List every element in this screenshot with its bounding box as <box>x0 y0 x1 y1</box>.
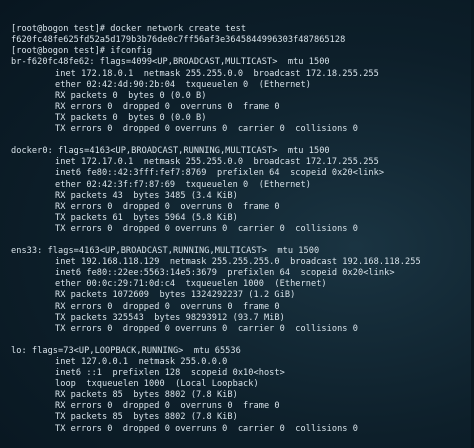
terminal-line: RX packets 1072609 bytes 1324292237 (1.2… <box>55 290 296 301</box>
terminal-line: inet 192.168.118.129 netmask 255.255.255… <box>55 257 421 268</box>
terminal-line: TX packets 85 bytes 8802 (7.8 KiB) <box>55 412 238 423</box>
terminal-line: ether 02:42:3f:f7:87:69 txqueuelen 0 (Et… <box>55 179 311 190</box>
terminal-window[interactable]: [root@bogon test]# docker network create… <box>0 0 474 448</box>
terminal-line: [root@bogon test]# docker network create… <box>11 24 247 35</box>
terminal-line: inet6 ::1 prefixlen 128 scopeid 0x10<hos… <box>55 368 285 379</box>
terminal-line: br-f620fc48fe62: flags=4099<UP,BROADCAST… <box>11 57 330 68</box>
terminal-line: ens33: flags=4163<UP,BROADCAST,RUNNING,M… <box>11 246 320 257</box>
terminal-line: RX errors 0 dropped 0 overruns 0 frame 0 <box>55 401 280 412</box>
terminal-line: lo: flags=73<UP,LOOPBACK,RUNNING> mtu 65… <box>11 345 241 356</box>
terminal-line: docker0: flags=4163<UP,BROADCAST,RUNNING… <box>11 146 330 157</box>
terminal-line: ether 02:42:4d:90:2b:04 txqueuelen 0 (Et… <box>55 79 311 90</box>
terminal-line: RX errors 0 dropped 0 overruns 0 frame 0 <box>55 101 280 112</box>
terminal-line: TX packets 0 bytes 0 (0.0 B) <box>55 112 207 123</box>
terminal-line: inet 127.0.0.1 netmask 255.0.0.0 <box>55 357 228 367</box>
terminal-line: TX packets 61 bytes 5964 (5.8 KiB) <box>55 212 238 223</box>
terminal-line: RX packets 43 bytes 3485 (3.4 KiB) <box>55 190 238 201</box>
terminal-line: RX packets 85 bytes 8802 (7.8 KiB) <box>55 390 238 401</box>
terminal-line: f620fc48fe625fd52a5d179b3b76de0c7ff56af3… <box>11 35 346 46</box>
terminal-line: TX errors 0 dropped 0 overruns 0 carrier… <box>55 323 358 334</box>
terminal-line: inet 172.17.0.1 netmask 255.255.0.0 broa… <box>55 157 379 168</box>
terminal-line: TX packets 325543 bytes 98293912 (93.7 M… <box>55 312 285 323</box>
terminal-line: inet 172.18.0.1 netmask 255.255.0.0 broa… <box>55 68 379 79</box>
terminal-line: inet6 fe80::42:3fff:fef7:8769 prefixlen … <box>55 168 385 179</box>
terminal-line: TX errors 0 dropped 0 overruns 0 carrier… <box>55 124 358 135</box>
terminal-line: [root@bogon test]# ifconfig <box>11 46 153 57</box>
terminal-line: inet6 fe80::22ee:5563:14e5:3679 prefixle… <box>55 268 395 279</box>
terminal-line: RX errors 0 dropped 0 overruns 0 frame 0 <box>55 201 280 212</box>
terminal-line: TX errors 0 dropped 0 overruns 0 carrier… <box>55 223 358 234</box>
terminal-line: ether 00:0c:29:71:0d:c4 txqueuelen 1000 … <box>55 279 327 290</box>
terminal-line: RX packets 0 bytes 0 (0.0 B) <box>55 90 207 101</box>
terminal-line: loop txqueuelen 1000 (Local Loopback) <box>55 379 259 390</box>
terminal-line: RX errors 0 dropped 0 overruns 0 frame 0 <box>55 301 280 312</box>
terminal-line: TX errors 0 dropped 0 overruns 0 carrier… <box>55 423 358 434</box>
